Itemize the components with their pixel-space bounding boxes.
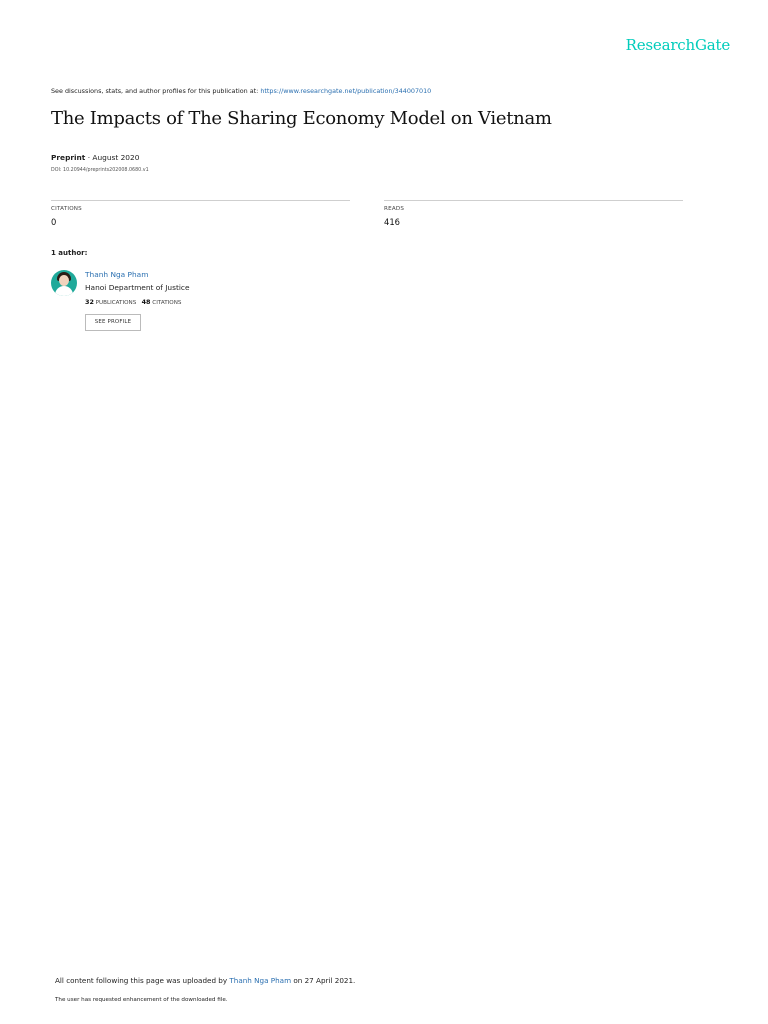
publication-type: Preprint [51, 153, 86, 162]
upload-prefix: All content following this page was uplo… [55, 976, 230, 985]
enhancement-note: The user has requested enhancement of th… [55, 997, 228, 1003]
reads-divider [384, 200, 683, 201]
researchgate-logo: ResearchGate [625, 36, 731, 54]
reads-label: READS [384, 206, 405, 212]
discussion-prefix: See discussions, stats, and author profi… [51, 87, 261, 95]
citations-value: 0 [51, 217, 57, 227]
reads-value: 416 [384, 217, 400, 227]
author-count-label: 1 author: [51, 249, 88, 257]
upload-suffix: on 27 April 2021. [291, 976, 356, 985]
avatar-face [59, 275, 69, 286]
citations-label: CITATIONS [51, 206, 82, 212]
author-publications-count: 32 [85, 298, 94, 306]
publication-url-link[interactable]: https://www.researchgate.net/publication… [260, 87, 431, 95]
author-stats: 32 PUBLICATIONS 48 CITATIONS [85, 298, 181, 306]
author-citations-count: 48 [141, 298, 151, 306]
publication-doi: DOI: 10.20944/preprints202008.0680.v1 [51, 168, 149, 173]
publication-date: · August 2020 [85, 153, 140, 162]
author-citations-label: CITATIONS [150, 300, 182, 306]
discussion-line: See discussions, stats, and author profi… [51, 87, 431, 95]
publication-type-date: Preprint · August 2020 [51, 153, 139, 162]
publication-title: The Impacts of The Sharing Economy Model… [51, 108, 552, 129]
author-institution: Hanoi Department of Justice [85, 283, 190, 292]
uploader-name-link[interactable]: Thanh Nga Pham [229, 976, 291, 985]
see-profile-button[interactable]: SEE PROFILE [85, 314, 141, 331]
author-publications-label: PUBLICATIONS [93, 300, 137, 306]
author-avatar-icon[interactable] [51, 270, 77, 296]
upload-note: All content following this page was uplo… [55, 976, 355, 985]
author-name-link[interactable]: Thanh Nga Pham [85, 270, 148, 279]
avatar-shirt [55, 286, 73, 296]
citations-divider [51, 200, 350, 201]
